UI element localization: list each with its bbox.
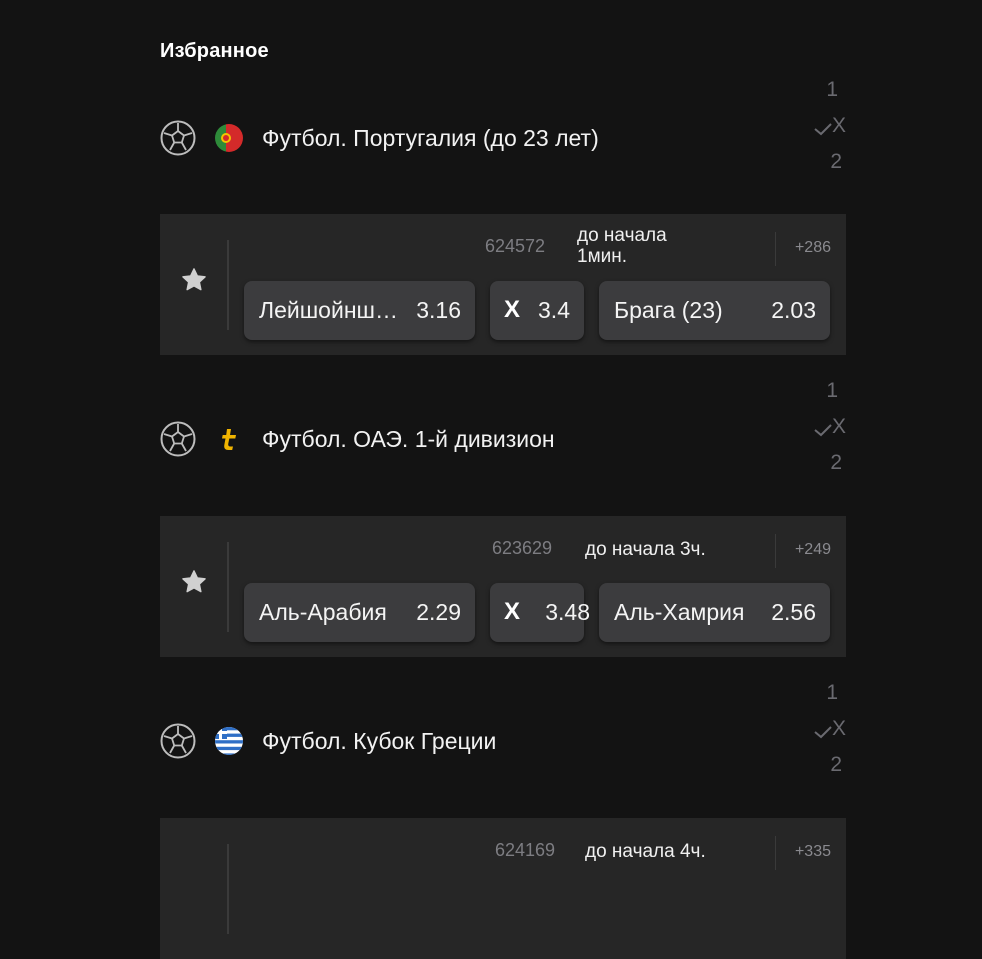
more-markets-link[interactable]: +249 xyxy=(795,541,831,559)
draw-label: X xyxy=(504,296,521,323)
away-odd-value: 2.56 xyxy=(771,599,816,625)
more-divider xyxy=(775,836,776,870)
soccer-ball-icon xyxy=(160,421,196,457)
home-odd-button[interactable]: Аль-Арабия 2.29 xyxy=(244,583,475,642)
check-icon xyxy=(814,424,832,437)
event-start-time: до начала 1мин. xyxy=(577,225,667,267)
market-legend: 1 X 2 xyxy=(812,379,846,477)
market-x-label: X xyxy=(831,415,846,438)
league-title: Футбол. ОАЭ. 1-й дивизион xyxy=(262,426,555,452)
market-legend: 1 X 2 xyxy=(812,681,846,779)
greece-flag-icon xyxy=(215,727,243,755)
more-divider xyxy=(775,232,776,266)
favorite-star-icon[interactable] xyxy=(180,266,208,294)
league-title: Футбол. Португалия (до 23 лет) xyxy=(262,125,599,151)
more-markets-link[interactable]: +335 xyxy=(795,843,831,861)
market-x-label: X xyxy=(831,717,846,740)
market-2-label: 2 xyxy=(830,150,842,173)
more-divider xyxy=(775,534,776,568)
draw-odd-button[interactable]: X 3.48 xyxy=(490,583,590,642)
away-team-name: Брага (23) xyxy=(614,297,723,323)
card-divider xyxy=(227,542,229,632)
event-start-time: до начала 3ч. xyxy=(585,539,706,560)
event-start-line1: до начала xyxy=(577,225,667,246)
away-odd-button[interactable]: Брага (23) 2.03 xyxy=(599,281,830,340)
market-1-label: 1 xyxy=(826,78,838,101)
home-odd-value: 3.16 xyxy=(416,297,461,323)
away-odd-button[interactable]: Аль-Хамрия 2.56 xyxy=(599,583,830,642)
draw-odd-button[interactable]: X 3.4 xyxy=(490,281,584,340)
draw-odd-value: 3.4 xyxy=(538,297,570,323)
event-start-time: до начала 4ч. xyxy=(585,841,706,862)
more-markets-link[interactable]: +286 xyxy=(795,239,831,257)
league-title: Футбол. Кубок Греции xyxy=(262,728,497,754)
draw-label: X xyxy=(504,598,521,625)
away-team-name: Аль-Хамрия xyxy=(614,599,745,625)
market-1-label: 1 xyxy=(826,681,838,704)
market-legend: 1 X 2 xyxy=(812,78,846,176)
league-header[interactable]: Футбол. Португалия (до 23 лет) 1 X 2 xyxy=(160,78,846,173)
event-start-line2: 1мин. xyxy=(577,246,628,267)
league-header[interactable]: Футбол. Кубок Греции 1 X 2 xyxy=(160,681,846,776)
event-card[interactable]: 624572 до начала 1мин. +286 Лейшойнш (2 3… xyxy=(160,214,846,355)
t-logo-icon xyxy=(222,429,236,450)
favorite-star-icon[interactable] xyxy=(180,568,208,596)
market-2-label: 2 xyxy=(830,753,842,776)
event-id: 624572 xyxy=(485,236,546,256)
card-divider xyxy=(227,240,229,330)
check-icon xyxy=(814,123,832,136)
event-id: 623629 xyxy=(492,538,553,558)
soccer-ball-icon xyxy=(160,723,196,759)
home-team-name: Лейшойнш (23) xyxy=(259,297,404,323)
event-id: 624169 xyxy=(495,840,556,860)
event-card[interactable]: 624169 до начала 4ч. +335 xyxy=(160,818,846,959)
home-odd-value: 2.29 xyxy=(416,599,461,625)
portugal-flag-icon xyxy=(215,124,243,152)
page-title: Избранное xyxy=(160,40,269,62)
league-header[interactable]: Футбол. ОАЭ. 1-й дивизион 1 X 2 xyxy=(160,379,846,474)
soccer-ball-icon xyxy=(160,120,196,156)
card-divider xyxy=(227,844,229,934)
home-odd-button[interactable]: Лейшойнш (23) 3.16 xyxy=(244,281,475,340)
market-x-label: X xyxy=(831,114,846,137)
draw-odd-value: 3.48 xyxy=(545,599,590,625)
away-odd-value: 2.03 xyxy=(771,297,816,323)
event-card[interactable]: 623629 до начала 3ч. +249 Аль-Арабия 2.2… xyxy=(160,516,846,657)
check-icon xyxy=(814,726,832,739)
home-team-name: Аль-Арабия xyxy=(259,599,387,625)
market-1-label: 1 xyxy=(826,379,838,402)
market-2-label: 2 xyxy=(830,451,842,474)
